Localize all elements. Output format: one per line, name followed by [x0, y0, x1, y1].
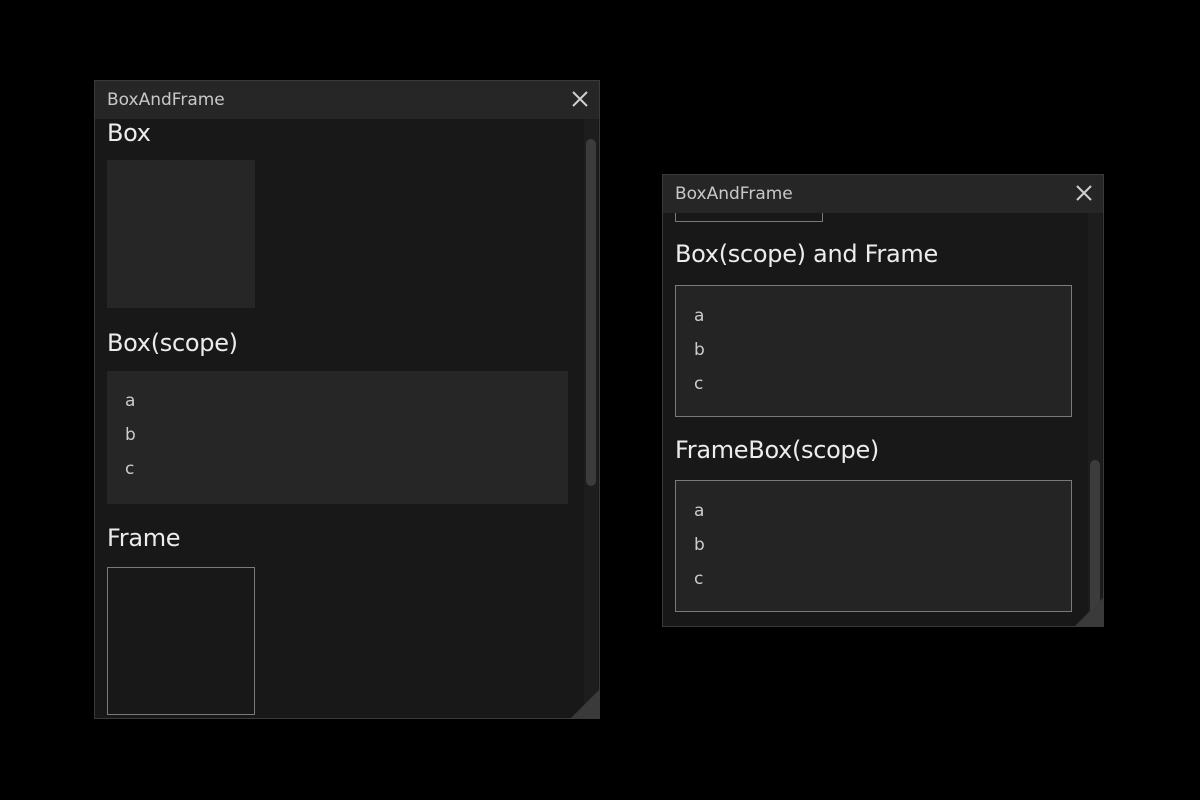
list-item: b	[125, 425, 136, 445]
scope-list: a b c	[125, 389, 136, 491]
window-title: BoxAndFrame	[675, 184, 793, 204]
resize-grip-icon[interactable]	[1075, 598, 1103, 626]
framebox-scope-demo: a b c	[675, 480, 1072, 612]
close-icon[interactable]	[570, 89, 590, 109]
frame-demo	[107, 567, 255, 715]
list-item: c	[694, 374, 704, 394]
list-item: a	[125, 391, 136, 411]
section-heading-framebox-scope: FrameBox(scope)	[675, 436, 880, 464]
section-heading-box-scope-and-frame: Box(scope) and Frame	[675, 240, 938, 268]
resize-grip-icon[interactable]	[571, 690, 599, 718]
window-content: Box(scope) and Frame a b c FrameBox(scop…	[663, 213, 1087, 626]
boxandframe-window-2[interactable]: BoxAndFrame Box(scope) and Frame a b c F…	[662, 174, 1104, 627]
scrollbar-thumb[interactable]	[586, 139, 596, 486]
frame-demo-partial	[675, 213, 823, 222]
section-heading-frame: Frame	[107, 524, 181, 552]
window-content: Box Box(scope) a b c Frame	[95, 119, 583, 718]
window-titlebar[interactable]: BoxAndFrame	[663, 175, 1103, 213]
list-item: a	[694, 306, 705, 326]
scrollbar[interactable]	[1088, 213, 1102, 626]
list-item: b	[694, 340, 705, 360]
close-icon[interactable]	[1074, 183, 1094, 203]
box-scope-demo: a b c	[107, 371, 568, 504]
list-item: b	[694, 535, 705, 555]
list-item: a	[694, 501, 705, 521]
box-scope-and-frame-demo: a b c	[675, 285, 1072, 417]
boxandframe-window-1[interactable]: BoxAndFrame Box Box(scope) a b c Frame	[94, 80, 600, 719]
section-heading-box-scope: Box(scope)	[107, 329, 238, 357]
scope-list: a b c	[694, 304, 705, 406]
box-demo	[107, 160, 255, 308]
window-titlebar[interactable]: BoxAndFrame	[95, 81, 599, 119]
section-heading-box: Box	[107, 119, 151, 147]
list-item: c	[125, 459, 135, 479]
scrollbar[interactable]	[584, 119, 598, 718]
scope-list: a b c	[694, 499, 705, 601]
window-title: BoxAndFrame	[107, 90, 225, 110]
list-item: c	[694, 569, 704, 589]
